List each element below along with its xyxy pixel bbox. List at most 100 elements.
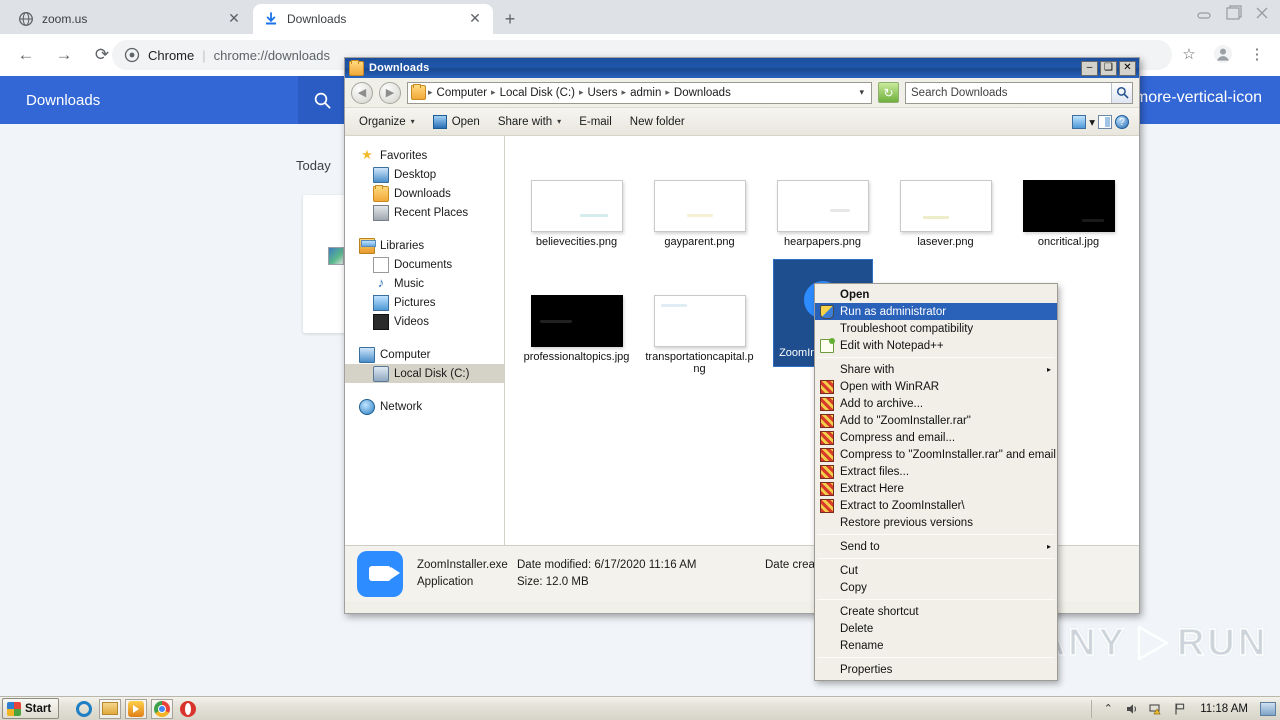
breadcrumb-item-local-disk[interactable]: Local Disk (C:) (498, 86, 577, 100)
context-menu-item-open[interactable]: Open (815, 286, 1057, 303)
explorer-search-input[interactable]: Search Downloads (905, 81, 1133, 104)
close-button[interactable]: ✕ (1119, 60, 1136, 76)
context-menu-item-compress-and-email[interactable]: Compress and email... (815, 429, 1057, 446)
minimize-icon[interactable] (1191, 2, 1217, 24)
file-item-believecities[interactable]: believecities.png (515, 174, 638, 248)
browser-menu-icon[interactable]: ⋮ (1242, 39, 1272, 69)
opera-icon[interactable] (177, 699, 199, 719)
context-menu-item-open-with-winrar[interactable]: Open with WinRAR (815, 378, 1057, 395)
context-menu-item-restore-previous-versions[interactable]: Restore previous versions (815, 514, 1057, 531)
screen-root: zoom.us ✕ Downloads ✕ + ← → ⟳ Chrome | c… (0, 0, 1280, 720)
blank-icon (820, 564, 834, 578)
sidebar-item-pictures[interactable]: Pictures (345, 293, 504, 312)
minimize-button[interactable]: – (1081, 60, 1098, 76)
explorer-forward-button[interactable]: ▶ (379, 81, 401, 104)
close-icon[interactable]: ✕ (467, 11, 483, 27)
volume-icon[interactable] (1124, 701, 1140, 717)
context-menu-item-rename[interactable]: Rename (815, 637, 1057, 654)
close-icon[interactable] (1249, 2, 1275, 24)
close-icon[interactable]: ✕ (226, 11, 242, 27)
context-menu-item-add-to-archive[interactable]: Add to archive... (815, 395, 1057, 412)
context-menu-item-properties[interactable]: Properties (815, 661, 1057, 678)
search-icon[interactable] (298, 76, 346, 124)
file-item-oncritical[interactable]: oncritical.jpg (1007, 174, 1130, 248)
breadcrumb[interactable]: ▸ Computer ▸ Local Disk (C:) ▸ Users ▸ a… (407, 81, 872, 104)
chrome-icon[interactable] (151, 698, 174, 719)
file-item-lasever[interactable]: lasever.png (884, 174, 1007, 248)
breadcrumb-item-downloads[interactable]: Downloads (672, 86, 733, 100)
context-menu-item-cut[interactable]: Cut (815, 562, 1057, 579)
refresh-icon[interactable]: ↻ (878, 82, 899, 103)
share-with-button[interactable]: Share with ▾ (490, 112, 569, 132)
forward-button[interactable]: → (48, 39, 80, 71)
context-menu-item-extract-to-zoominstaller[interactable]: Extract to ZoomInstaller\ (815, 497, 1057, 514)
file-thumbnail (1022, 180, 1115, 232)
explorer-title-bar[interactable]: Downloads – ❑ ✕ (345, 58, 1139, 78)
chevron-down-icon[interactable]: ▾ (1089, 115, 1095, 129)
start-button[interactable]: Start (2, 698, 60, 719)
windows-logo-icon (7, 701, 21, 716)
open-button[interactable]: Open (425, 111, 488, 133)
preview-pane-icon[interactable] (1072, 114, 1087, 129)
show-desktop-icon[interactable] (1260, 701, 1276, 716)
context-menu-item-add-to-zoominstaller-rar[interactable]: Add to "ZoomInstaller.rar" (815, 412, 1057, 429)
omnibox-scheme-label: Chrome (148, 47, 195, 63)
context-menu-item-create-shortcut[interactable]: Create shortcut (815, 603, 1057, 620)
flag-icon[interactable] (1172, 701, 1188, 717)
context-menu-item-share-with[interactable]: Share with ▸ (815, 361, 1057, 378)
context-menu-item-extract-files[interactable]: Extract files... (815, 463, 1057, 480)
file-item-transportationcapital[interactable]: transportationcapital.png (638, 289, 761, 375)
context-menu-item-copy[interactable]: Copy (815, 579, 1057, 596)
browser-tab-downloads[interactable]: Downloads ✕ (253, 4, 493, 34)
sidebar-item-desktop[interactable]: Desktop (345, 165, 504, 184)
sidebar-item-favorites[interactable]: ★ Favorites (345, 146, 504, 165)
context-menu-item-extract-here[interactable]: Extract Here (815, 480, 1057, 497)
context-menu-item-compress-to-zoominstaller-rar-and-email[interactable]: Compress to "ZoomInstaller.rar" and emai… (815, 446, 1057, 463)
sidebar-item-videos[interactable]: Videos (345, 312, 504, 331)
breadcrumb-item-users[interactable]: Users (586, 86, 620, 100)
file-item-gayparent[interactable]: gayparent.png (638, 174, 761, 248)
sidebar-item-downloads[interactable]: Downloads (345, 184, 504, 203)
maximize-button[interactable]: ❑ (1100, 60, 1117, 76)
sidebar-item-network[interactable]: Network (345, 397, 504, 416)
file-item-professionaltopics[interactable]: professionaltopics.jpg (515, 289, 638, 363)
context-menu-item-edit-with-notepadpp[interactable]: Edit with Notepad++ (815, 337, 1057, 354)
browser-tab-zoom-us[interactable]: zoom.us ✕ (8, 4, 252, 34)
breadcrumb-item-admin[interactable]: admin (628, 86, 663, 100)
sidebar-item-computer[interactable]: Computer (345, 345, 504, 364)
context-menu-item-troubleshoot-compatibility[interactable]: Troubleshoot compatibility (815, 320, 1057, 337)
email-button[interactable]: E-mail (571, 112, 620, 132)
new-tab-button[interactable]: + (498, 8, 522, 32)
context-menu-item-delete[interactable]: Delete (815, 620, 1057, 637)
sidebar-item-recent-places[interactable]: Recent Places (345, 203, 504, 222)
blank-icon (820, 605, 834, 619)
downloads-menu-icon[interactable]: more-vertical-icon (1135, 90, 1262, 106)
search-icon[interactable] (1111, 82, 1132, 103)
file-thumbnail (653, 295, 746, 347)
clock[interactable]: 11:18 AM (1196, 703, 1252, 715)
media-player-icon[interactable] (125, 698, 148, 719)
layout-icon[interactable] (1098, 114, 1112, 129)
profile-icon[interactable] (1208, 39, 1238, 69)
sidebar-item-local-disk-c[interactable]: Local Disk (C:) (345, 364, 504, 383)
context-menu-item-run-as-administrator[interactable]: Run as administrator (815, 303, 1057, 320)
chevron-down-icon[interactable]: ▾ (859, 87, 868, 98)
new-folder-button[interactable]: New folder (622, 112, 693, 132)
sidebar-item-documents[interactable]: Documents (345, 255, 504, 274)
tray-overflow-icon[interactable]: ⌃ (1100, 701, 1116, 717)
windows-explorer-icon[interactable] (99, 698, 122, 719)
maximize-icon[interactable] (1220, 2, 1246, 24)
breadcrumb-item-computer[interactable]: Computer (435, 86, 490, 100)
back-button[interactable]: ← (10, 39, 42, 71)
sidebar-item-music[interactable]: ♪ Music (345, 274, 504, 293)
context-menu[interactable]: Open Run as administrator Troubleshoot c… (814, 283, 1058, 681)
bookmark-star-icon[interactable]: ☆ (1174, 39, 1204, 69)
internet-explorer-icon[interactable] (73, 699, 95, 719)
sidebar-item-libraries[interactable]: Libraries (345, 236, 504, 255)
organize-button[interactable]: Organize ▾ (351, 112, 423, 132)
file-item-hearpapers[interactable]: hearpapers.png (761, 174, 884, 248)
explorer-back-button[interactable]: ◀ (351, 81, 373, 104)
context-menu-item-send-to[interactable]: Send to ▸ (815, 538, 1057, 555)
network-warning-icon[interactable] (1148, 701, 1164, 717)
help-icon[interactable]: ? (1115, 114, 1129, 129)
